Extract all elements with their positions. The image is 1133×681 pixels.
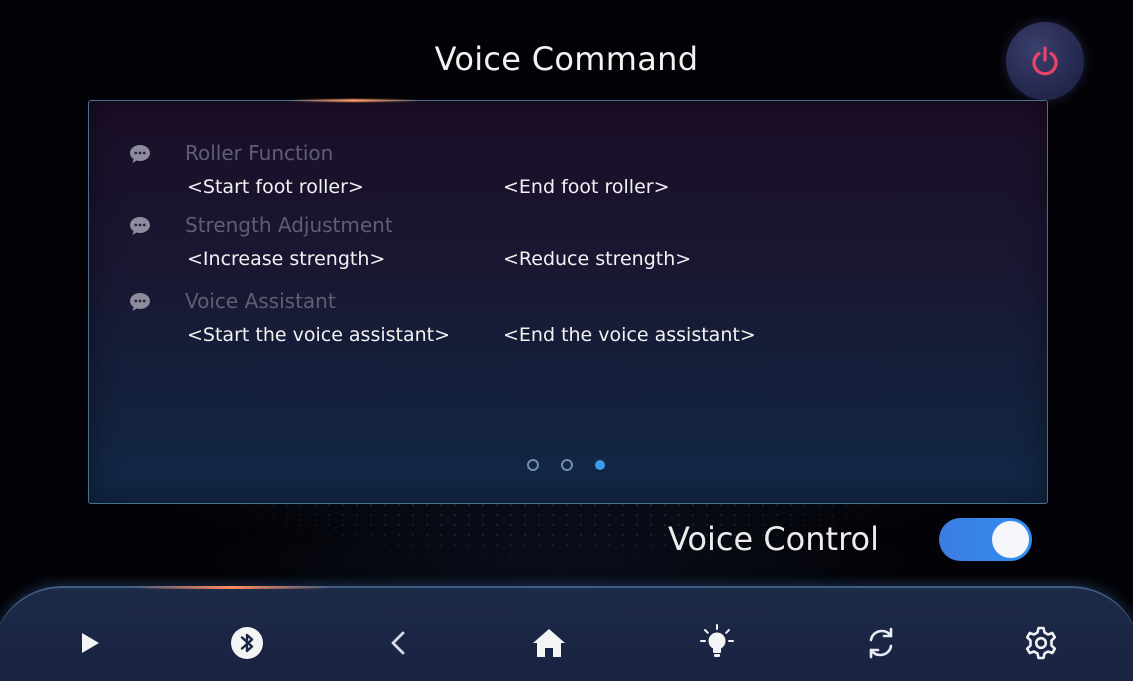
page-dot-3-active[interactable] (595, 460, 605, 470)
nav-sync-button[interactable] (856, 618, 906, 668)
panel-highlight (289, 99, 419, 102)
group-title: Strength Adjustment (185, 213, 393, 237)
voice-command-increase-strength: <Increase strength> (187, 248, 386, 270)
chat-bubble-icon (130, 145, 150, 163)
group-title: Voice Assistant (185, 289, 336, 313)
voice-command-start-foot-roller: <Start foot roller> (187, 176, 364, 198)
page-dot-1[interactable] (527, 459, 539, 471)
toggle-knob (992, 521, 1029, 558)
chat-bubble-icon (130, 293, 150, 311)
sync-icon (869, 627, 893, 659)
voice-command-screen: Voice Command Roller Function <Start foo… (0, 0, 1133, 681)
voice-command-end-assistant: <End the voice assistant> (503, 324, 756, 346)
voice-command-end-foot-roller: <End foot roller> (503, 176, 670, 198)
voice-control-label: Voice Control (668, 520, 879, 558)
nav-settings-button[interactable] (1016, 618, 1066, 668)
page-dot-2[interactable] (561, 459, 573, 471)
group-title: Roller Function (185, 141, 334, 165)
power-button[interactable] (1006, 22, 1084, 100)
settings-gear-icon (1025, 626, 1057, 660)
nav-home-button[interactable] (524, 618, 574, 668)
page-indicator (527, 459, 605, 471)
nav-back-button[interactable] (374, 618, 424, 668)
nav-bluetooth-button[interactable] (222, 618, 272, 668)
page-title: Voice Command (434, 40, 699, 78)
voice-command-start-assistant: <Start the voice assistant> (187, 324, 451, 346)
home-icon (533, 629, 565, 657)
voice-control-toggle[interactable] (939, 518, 1032, 561)
nav-light-button[interactable] (692, 618, 742, 668)
back-chevron-icon (391, 631, 405, 655)
bluetooth-icon (231, 627, 263, 659)
navbar-highlight (132, 586, 332, 589)
nav-play-button[interactable] (64, 618, 114, 668)
chat-bubble-icon (130, 217, 150, 235)
voice-command-reduce-strength: <Reduce strength> (503, 248, 692, 270)
command-list-panel: Roller Function <Start foot roller> <End… (88, 99, 1048, 504)
power-icon (1032, 46, 1058, 76)
lightbulb-icon (700, 624, 734, 657)
play-icon (82, 633, 99, 653)
